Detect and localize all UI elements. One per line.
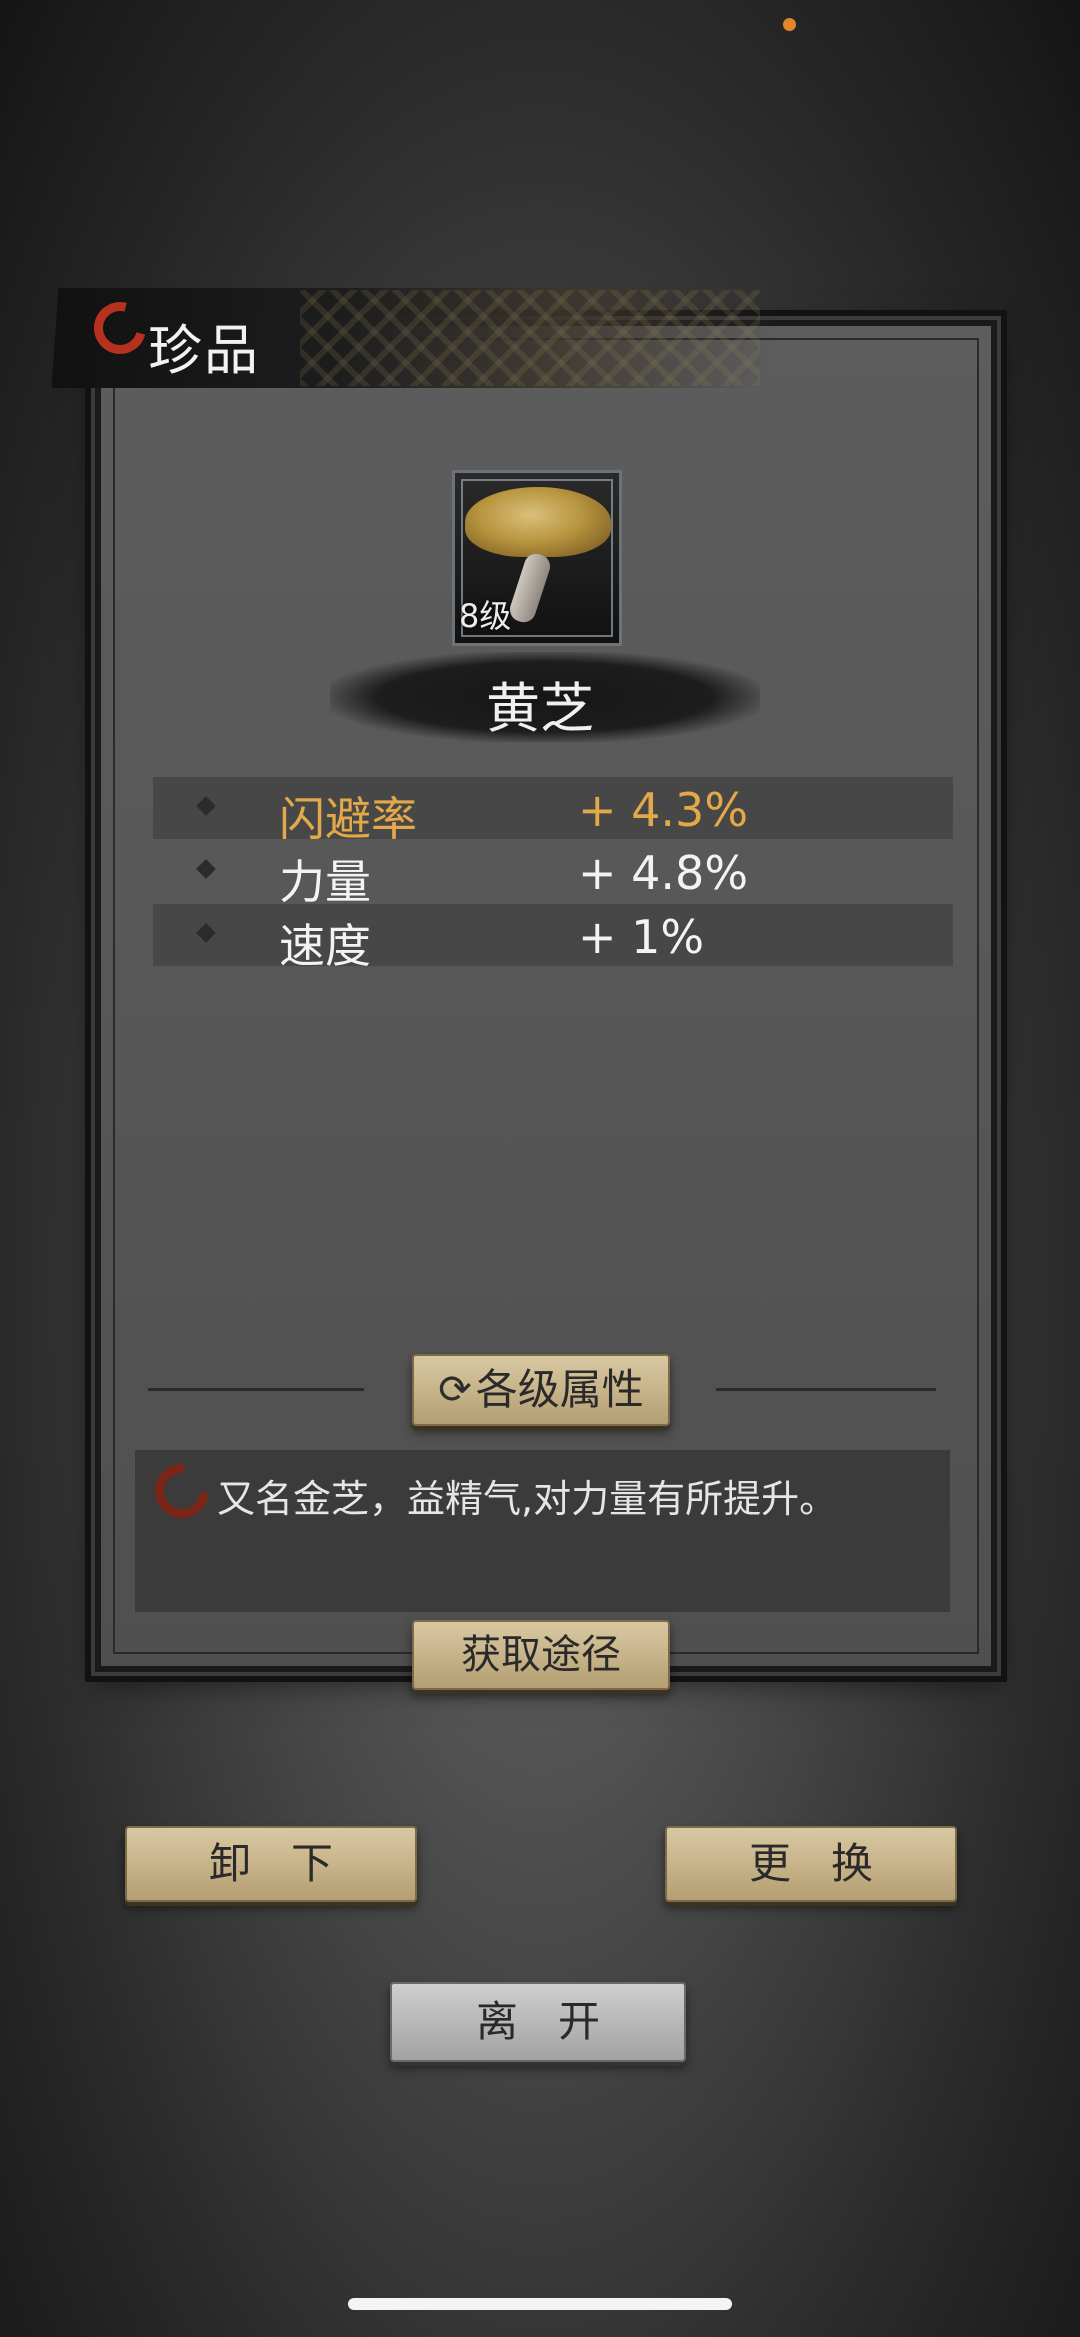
refresh-icon: ⟳ (438, 1367, 472, 1413)
stat-row-strength: 力量 + 4.8% (153, 840, 953, 909)
stat-label: 速度 (279, 919, 371, 973)
stat-value: + 1% (578, 910, 705, 964)
diamond-icon (196, 923, 216, 943)
level-attributes-button[interactable]: ⟳各级属性 (412, 1354, 670, 1426)
divider-left (148, 1388, 364, 1391)
description-box: 又名金芝，益精气,对力量有所提升。 (135, 1450, 950, 1612)
stat-value: + 4.8% (578, 846, 749, 900)
acquire-source-button[interactable]: 获取途径 (412, 1620, 670, 1690)
diamond-icon (196, 796, 216, 816)
unequip-button[interactable]: 卸下 (125, 1826, 417, 1902)
leave-button[interactable]: 离开 (390, 1982, 686, 2062)
item-icon[interactable]: 8级 (452, 470, 622, 646)
stat-row-speed: 速度 + 1% (153, 904, 953, 973)
diamond-icon (196, 859, 216, 879)
stat-label: 力量 (279, 855, 371, 909)
notification-dot (783, 18, 796, 31)
level-attributes-label: 各级属性 (475, 1365, 644, 1414)
home-indicator[interactable] (348, 2298, 732, 2310)
lingzhi-mushroom-icon (465, 487, 611, 557)
header-ornament (300, 290, 760, 386)
divider-right (716, 1388, 936, 1391)
item-level: 8级 (459, 597, 512, 635)
item-name: 黄芝 (486, 677, 594, 740)
stat-row-dodge: 闪避率 + 4.3% (153, 777, 953, 846)
description-text: 又名金芝，益精气,对力量有所提升。 (217, 1477, 838, 1521)
seal-icon (143, 1452, 221, 1530)
page-title: 珍品 (148, 319, 260, 382)
stat-value: + 4.3% (578, 783, 749, 837)
replace-button[interactable]: 更换 (665, 1826, 957, 1902)
